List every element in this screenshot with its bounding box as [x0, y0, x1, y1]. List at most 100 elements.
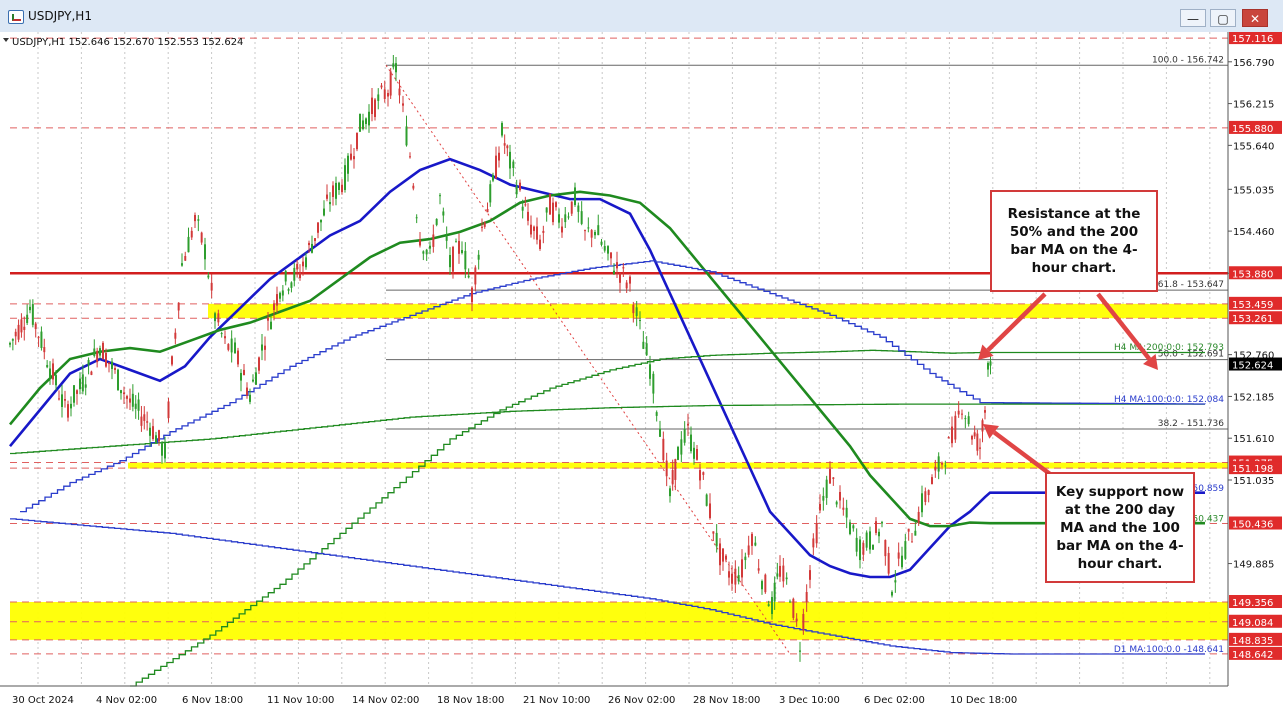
price-candle-body [815, 523, 818, 544]
price-candle-body [979, 447, 981, 449]
restore-button[interactable]: ▢ [1210, 9, 1236, 27]
price-level-tag-label: 155.880 [1232, 124, 1273, 135]
price-candle-body [210, 282, 213, 291]
price-candle-body [117, 369, 119, 391]
price-candle-body [149, 427, 151, 436]
price-candle-body [359, 113, 361, 132]
price-candle-body [613, 270, 615, 274]
price-level-tag-label: 149.356 [1232, 598, 1273, 609]
price-candle-body [220, 333, 223, 335]
price-candle-body [669, 488, 671, 497]
price-candle-body [757, 568, 760, 571]
price-candle-body [377, 94, 380, 101]
price-candle-body [73, 385, 75, 403]
price-candle-body [549, 194, 551, 215]
price-candle-body [577, 205, 580, 212]
price-candle-body [81, 374, 84, 392]
price-candle-body [415, 217, 418, 219]
price-candle-body [43, 347, 46, 353]
time-tick-label: 6 Nov 18:00 [182, 695, 243, 706]
moving-average-label: 50.437 [1193, 514, 1225, 524]
price-tick-label: 155.035 [1233, 185, 1274, 196]
time-tick-label: 4 Nov 02:00 [96, 695, 157, 706]
support-resistance-zone [10, 601, 1228, 640]
price-candle-body [795, 618, 798, 622]
price-candle-body [737, 575, 740, 582]
current-price-label: 152.624 [1232, 361, 1273, 372]
price-level-tag-label: 149.084 [1232, 618, 1273, 629]
price-candle-body [545, 207, 548, 213]
price-candle-body [412, 185, 415, 189]
price-candle-body [503, 143, 506, 146]
price-candle-body [872, 544, 874, 550]
price-candle-body [907, 528, 910, 532]
price-candle-body [610, 252, 612, 259]
time-tick-label: 26 Nov 02:00 [608, 695, 675, 706]
price-candle-body [111, 361, 113, 369]
price-candle-body [432, 234, 435, 247]
price-candle-body [584, 230, 586, 232]
price-candle-body [805, 592, 808, 602]
close-button[interactable]: ✕ [1242, 9, 1268, 27]
price-candle-body [901, 555, 903, 568]
price-candle-body [237, 350, 239, 365]
price-candle-body [405, 126, 408, 146]
price-level-tag-label: 153.880 [1232, 269, 1273, 280]
price-candle-body [79, 378, 81, 390]
price-candle-body [967, 416, 970, 425]
price-candle-body [937, 456, 940, 472]
price-candle-body [93, 348, 96, 356]
price-candle-body [645, 343, 648, 356]
price-candle-body [87, 359, 90, 366]
price-candle-body [976, 433, 979, 451]
price-candle-body [155, 435, 157, 444]
price-candle-body [947, 437, 950, 439]
price-candle-body [461, 250, 463, 253]
price-candle-body [622, 267, 625, 269]
price-candle-body [725, 555, 727, 560]
price-candle-body [849, 522, 851, 535]
price-candle-body [445, 236, 448, 241]
price-candle-body [635, 307, 638, 316]
price-candle-body [536, 226, 538, 240]
price-candle-body [131, 393, 134, 407]
price-candle-body [234, 342, 236, 354]
price-candle-body [184, 256, 187, 261]
price-candle-body [37, 336, 40, 338]
price-candle-body [11, 339, 14, 341]
price-candle-body [207, 275, 210, 278]
price-candle-body [442, 211, 445, 216]
price-candle-body [267, 318, 269, 321]
price-candle-body [642, 341, 645, 349]
price-candle-body [680, 439, 683, 455]
time-tick-label: 14 Nov 02:00 [352, 695, 419, 706]
price-candle-body [659, 428, 661, 437]
price-chart[interactable]: 100.0 - 156.74261.8 - 153.64750.0 - 152.… [0, 32, 1283, 718]
price-candle-body [764, 574, 767, 593]
minimize-button[interactable]: — [1180, 9, 1206, 27]
price-candle-body [632, 304, 635, 314]
price-candle-body [587, 227, 590, 229]
price-candle-body [362, 120, 364, 130]
price-candle-body [296, 263, 299, 270]
price-candle-body [270, 321, 272, 330]
price-candle-body [311, 243, 313, 253]
price-tick-label: 151.035 [1233, 476, 1274, 487]
price-candle-body [776, 573, 779, 577]
price-candle-body [944, 465, 947, 467]
price-candle-body [140, 416, 143, 426]
price-candle-body [26, 314, 29, 323]
price-candle-body [792, 598, 795, 618]
price-candle-body [137, 399, 140, 411]
price-candle-body [881, 522, 883, 524]
price-level-tag-label: 151.198 [1232, 464, 1273, 475]
price-candle-body [114, 368, 116, 370]
price-candle-body [761, 581, 763, 590]
price-candle-body [23, 326, 26, 330]
price-candle-body [567, 216, 570, 218]
support-annotation-text: Key support now at the 200 day MA and th… [1055, 484, 1185, 572]
price-candle-body [174, 332, 177, 339]
price-candle-body [862, 543, 865, 555]
price-candle-body [715, 532, 718, 547]
price-candle-body [527, 211, 529, 221]
